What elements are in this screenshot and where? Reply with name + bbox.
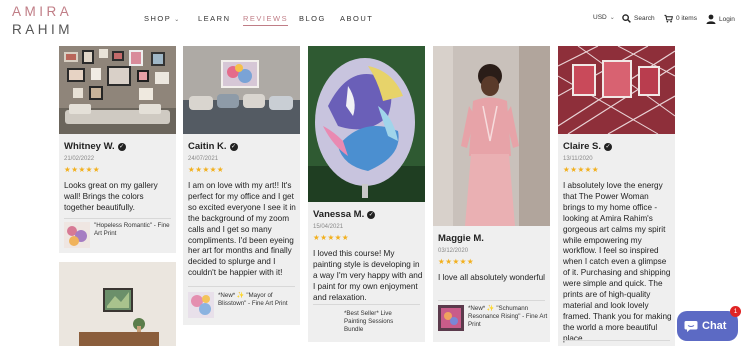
review-photo[interactable]: [183, 46, 300, 134]
review-photo[interactable]: [59, 46, 176, 134]
product-thumbnail: [64, 222, 90, 248]
product-link[interactable]: *New* ✨ "Schumann Resonance Rising" - Fi…: [438, 305, 548, 331]
review-card: Caitin K. ✓ 24/07/2021 ★★★★★ I am on love…: [183, 46, 300, 325]
divider: [438, 300, 545, 301]
divider: [188, 286, 295, 287]
product-link[interactable]: *Best Seller* Live Painting Sessions Bun…: [314, 310, 422, 334]
verified-badge-icon: ✓: [367, 211, 376, 219]
review-card: Maggie M. 03/12/2020 ★★★★★ I love all ab…: [433, 46, 550, 342]
verified-badge-icon: ✓: [604, 143, 613, 151]
product-title: *Best Seller* Live Painting Sessions Bun…: [344, 310, 394, 333]
chat-label: Chat: [702, 320, 727, 332]
divider: [563, 340, 670, 341]
search-icon: [622, 14, 631, 23]
nav-reviews[interactable]: REVIEWS: [243, 14, 289, 26]
star-rating: ★★★★★: [64, 165, 101, 174]
product-title: *New* ✨ "Mayor of Blisstown" - Fine Art …: [218, 292, 288, 307]
product-thumbnail: [438, 305, 464, 331]
product-title: *New* ✨ "Schumann Resonance Rising" - Fi…: [468, 305, 548, 328]
chat-button[interactable]: Chat 1: [677, 306, 741, 341]
user-icon: [706, 14, 716, 24]
review-card: Whitney W. ✓ 21/02/2022 ★★★★★ Looks great…: [59, 46, 176, 253]
review-photo[interactable]: [433, 46, 550, 226]
nav-about[interactable]: ABOUT: [340, 14, 373, 23]
chevron-down-icon: ⌄: [174, 17, 181, 23]
verified-badge-icon: ✓: [117, 143, 126, 151]
product-link[interactable]: *New* ✨ "Mayor of Blisstown" - Fine Art …: [188, 292, 298, 318]
product-link[interactable]: "Hopeless Romantic" - Fine Art Print: [64, 222, 174, 248]
login-link[interactable]: Login: [706, 14, 735, 24]
review-date: 21/02/2022: [64, 156, 95, 162]
reviewer-name: Caitin K. ✓: [188, 141, 238, 152]
review-card: [59, 262, 176, 346]
verified-badge-icon: ✓: [229, 143, 238, 151]
search-link[interactable]: Search: [622, 14, 655, 23]
logo-line-1: AMIRA: [12, 4, 73, 19]
cart-label: 0 items: [676, 15, 697, 22]
divider: [313, 304, 420, 305]
review-body: I am on love with my art!! It's perfect …: [188, 181, 296, 278]
nav-shop-label: SHOP: [144, 14, 172, 23]
review-date: 03/12/2020: [438, 248, 469, 254]
search-label: Search: [634, 15, 655, 22]
chat-icon: [684, 320, 698, 332]
star-rating: ★★★★★: [438, 257, 475, 266]
nav-shop[interactable]: SHOP ⌄: [144, 14, 181, 23]
reviewer-name: Maggie M.: [438, 233, 484, 244]
review-card: Vanessa M. ✓ 15/04/2021 ★★★★★ I loved thi…: [308, 46, 425, 342]
reviewer-name: Whitney W. ✓: [64, 141, 126, 152]
site-logo[interactable]: AMIRA RAHIM: [12, 5, 73, 36]
review-photo[interactable]: [59, 262, 176, 346]
reviewer-name: Vanessa M. ✓: [313, 209, 376, 220]
star-rating: ★★★★★: [188, 165, 225, 174]
reviewer-name: Claire S. ✓: [563, 141, 613, 152]
review-card: Claire S. ✓ 13/11/2020 ★★★★★ I absolutely…: [558, 46, 675, 346]
review-date: 15/04/2021: [313, 224, 344, 230]
review-photo[interactable]: [308, 46, 425, 202]
login-label: Login: [719, 15, 735, 23]
chat-notification-badge: 1: [730, 306, 741, 317]
review-date: 24/07/2021: [188, 156, 219, 162]
review-body: I love all absolutely wonderful: [438, 273, 545, 282]
cart-icon: [664, 14, 673, 23]
currency-selector[interactable]: USD ⌄: [593, 14, 615, 21]
product-thumbnail: [188, 292, 214, 318]
currency-label: USD: [593, 14, 607, 21]
review-body: I absolutely love the energy that The Po…: [563, 181, 672, 343]
star-rating: ★★★★★: [563, 165, 600, 174]
review-body: Looks great on my gallery wall! Brings t…: [64, 181, 158, 212]
logo-line-2: RAHIM: [12, 21, 73, 37]
review-photo[interactable]: [558, 46, 675, 134]
review-body: I loved this course! My painting style i…: [313, 249, 423, 302]
product-title: "Hopeless Romantic" - Fine Art Print: [94, 222, 170, 237]
cart-link[interactable]: 0 items: [664, 14, 697, 23]
nav-learn[interactable]: LEARN: [198, 14, 231, 23]
divider: [64, 218, 171, 219]
chevron-down-icon: ⌄: [609, 15, 615, 21]
review-date: 13/11/2020: [563, 156, 593, 162]
star-rating: ★★★★★: [313, 233, 350, 242]
nav-blog[interactable]: BLOG: [299, 14, 326, 23]
